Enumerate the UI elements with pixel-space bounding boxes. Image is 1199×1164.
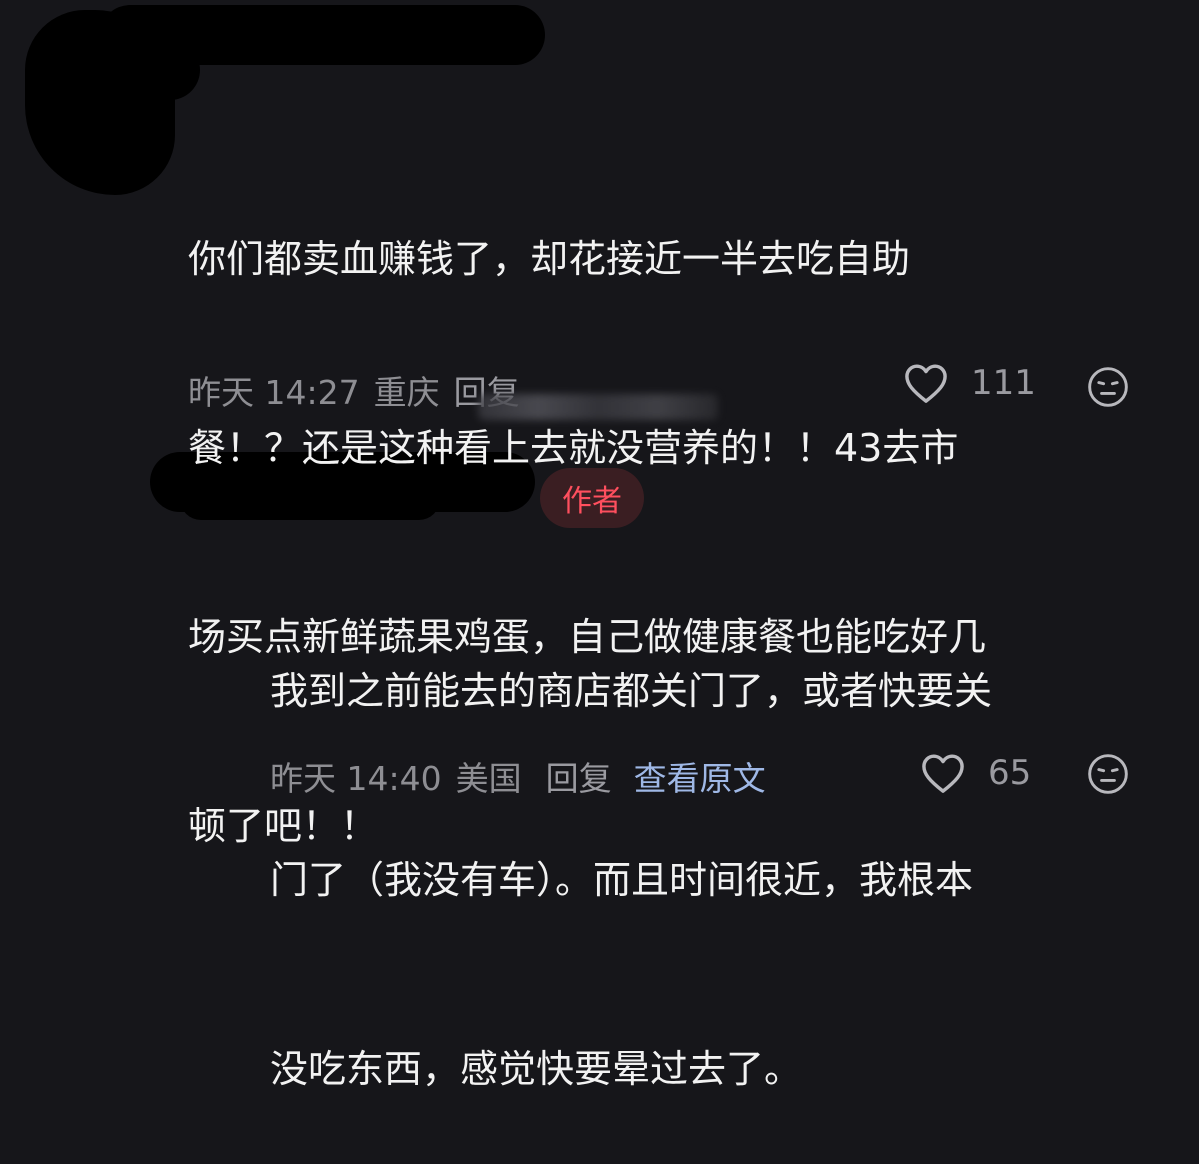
heart-outline-icon [905,364,947,403]
comment-1-emoji-button[interactable] [1086,365,1130,413]
neutral-face-icon [1088,754,1128,794]
comment-2-line: 我到之前能去的商店都关门了，或者快要关 [270,669,993,713]
comment-2-line: 门了（我没有车）。而且时间很近，我根本 [270,858,974,902]
view-original-button[interactable]: 查看原文 [634,752,766,800]
comment-1-line: 餐！？还是这种看上去就没营养的！！43去市 [188,426,959,470]
heart-outline-icon [922,754,964,793]
comment-2-reply-button[interactable]: 回复 [546,752,612,800]
comment-2-location: 美国 [455,759,522,798]
comment-2-body: 我到之前能去的商店都关门了，或者快要关 门了（我没有车）。而且时间很近，我根本 … [270,534,1170,1164]
neutral-face-icon [1088,367,1128,407]
author-badge: 作者 [540,468,644,528]
comment-2-emoji-button[interactable] [1086,752,1130,800]
comment-1-like-button[interactable]: 111 [903,362,1036,404]
comment-2-time: 昨天 14:40 [270,759,442,798]
blurred-overlay [478,394,718,420]
comment-1-location: 重庆 [373,373,440,412]
comment-1-like-count: 111 [971,363,1036,403]
comment-1-line: 你们都卖血赚钱了，却花接近一半去吃自助 [188,237,911,281]
comment-2-line: 没吃东西，感觉快要晕过去了。 [270,1047,803,1091]
comment-2-like-button[interactable]: 65 [920,752,1031,794]
redacted-username-1b [60,40,200,100]
comment-2-like-count: 65 [988,753,1032,793]
comment-1-time: 昨天 14:27 [188,373,360,412]
comment-2-meta: 昨天 14:40 美国 回复 查看原文 [270,752,780,800]
